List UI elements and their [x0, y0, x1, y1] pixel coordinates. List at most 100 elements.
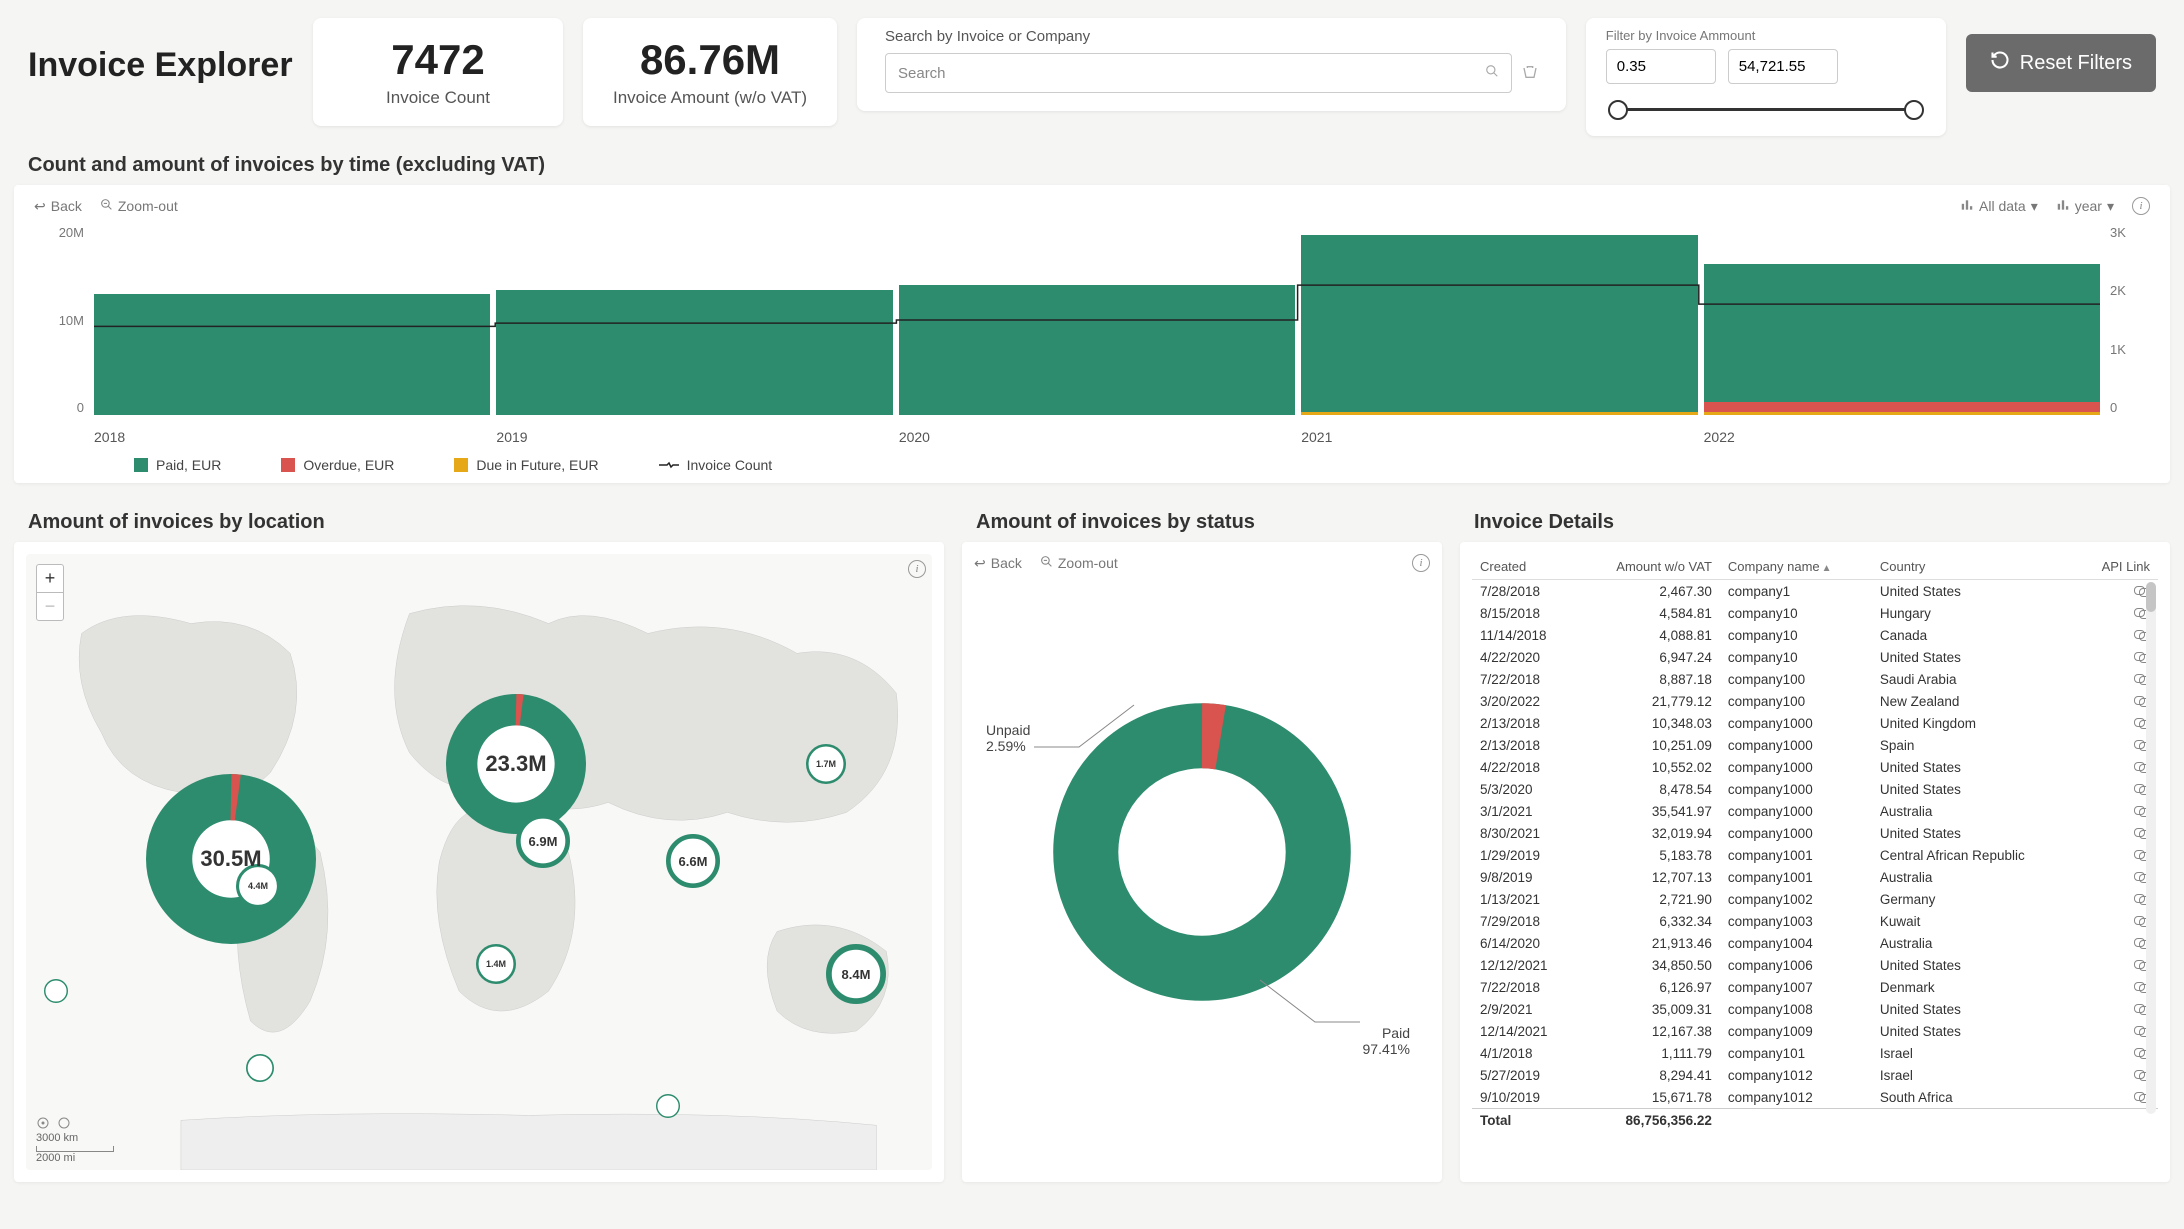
unpaid-label: Unpaid 2.59% [986, 722, 1030, 754]
col-country[interactable]: Country [1872, 554, 2076, 580]
info-icon[interactable]: i [908, 560, 926, 578]
table-row[interactable]: 2/9/202135,009.31company1008United State… [1472, 998, 2158, 1020]
col-created[interactable]: Created [1472, 554, 1578, 580]
map-bubble-south-atlantic[interactable] [656, 1094, 680, 1118]
table-row[interactable]: 5/27/20198,294.41company1012Israel [1472, 1064, 2158, 1086]
details-table-wrap[interactable]: Created Amount w/o VAT Company name▲ Cou… [1472, 554, 2158, 1144]
map-bubble-south-america-south[interactable] [246, 1054, 274, 1082]
status-title: Amount of invoices by status [962, 493, 1442, 542]
clear-icon[interactable] [1522, 64, 1538, 83]
legend-paid[interactable]: Paid, EUR [134, 457, 221, 473]
map-zoom-in[interactable]: + [37, 565, 63, 593]
time-bars [94, 225, 2100, 415]
map-bubble-south-asia[interactable]: 6.6M [666, 834, 720, 888]
table-row[interactable]: 4/1/20181,111.79company101Israel [1472, 1042, 2158, 1064]
time-bar-2021[interactable] [1301, 225, 1697, 415]
table-row[interactable]: 4/22/201810,552.02company1000United Stat… [1472, 756, 2158, 778]
map-bubble-africa[interactable]: 1.4M [476, 944, 516, 984]
search-label: Search by Invoice or Company [885, 28, 1538, 45]
map-bubble-north-america[interactable]: 30.5M [146, 774, 316, 944]
reset-icon [1990, 50, 2010, 76]
table-row[interactable]: 7/22/20188,887.18company100Saudi Arabia [1472, 668, 2158, 690]
total-value: 86,756,356.22 [1578, 1109, 1720, 1132]
legend-swatch-paid [134, 458, 148, 472]
time-yaxis-right: 3K 2K 1K 0 [2110, 225, 2150, 415]
col-amount[interactable]: Amount w/o VAT [1578, 554, 1720, 580]
kpi-invoice-count: 7472 Invoice Count [313, 18, 563, 126]
search-card: Search by Invoice or Company Search [857, 18, 1566, 111]
time-alldata-dropdown[interactable]: All data ▾ [1960, 198, 2038, 215]
table-header-row: Created Amount w/o VAT Company name▲ Cou… [1472, 554, 2158, 580]
table-row[interactable]: 2/13/201810,251.09company1000Spain [1472, 734, 2158, 756]
table-row[interactable]: 4/22/20206,947.24company10United States [1472, 646, 2158, 668]
time-bar-2022[interactable] [1704, 225, 2100, 415]
info-icon[interactable]: i [2132, 197, 2150, 215]
map-zoom-controls: + − [36, 564, 64, 621]
info-icon[interactable]: i [1412, 554, 1430, 572]
table-row[interactable]: 8/15/20184,584.81company10Hungary [1472, 602, 2158, 624]
table-row[interactable]: 9/8/201912,707.13company1001Australia [1472, 866, 2158, 888]
time-back-button[interactable]: ↩ Back [34, 198, 82, 215]
map-bubble-east-asia[interactable]: 1.7M [806, 744, 846, 784]
time-bar-2020[interactable] [899, 225, 1295, 415]
search-input[interactable]: Search [885, 53, 1512, 93]
map-area[interactable]: 30.5M23.3M6.9M6.6M1.7M8.4M4.4M1.4M [26, 554, 932, 1170]
col-api[interactable]: API Link [2076, 554, 2158, 580]
table-row[interactable]: 7/29/20186,332.34company1003Kuwait [1472, 910, 2158, 932]
table-row[interactable]: 2/13/201810,348.03company1000United King… [1472, 712, 2158, 734]
map-bubble-europe[interactable]: 23.3M [446, 694, 586, 834]
time-bar-2019[interactable] [496, 225, 892, 415]
scrollbar-thumb[interactable] [2146, 582, 2156, 612]
back-arrow-icon: ↩ [974, 555, 986, 572]
time-year-dropdown[interactable]: year ▾ [2056, 198, 2114, 215]
status-zoomout-button[interactable]: Zoom-out [1040, 555, 1118, 571]
map-bubble-pacific-small[interactable] [44, 979, 68, 1003]
map-bubble-australia[interactable]: 8.4M [826, 944, 886, 1004]
status-donut[interactable]: Unpaid 2.59% Paid 97.41% [974, 572, 1430, 1132]
legend-future[interactable]: Due in Future, EUR [454, 457, 598, 473]
reset-filters-button[interactable]: Reset Filters [1966, 34, 2156, 92]
filter-max-input[interactable] [1728, 49, 1838, 84]
range-track [1616, 108, 1916, 111]
kpi-amount-value: 86.76M [613, 36, 807, 84]
kpi-amount-label: Invoice Amount (w/o VAT) [613, 88, 807, 108]
table-row[interactable]: 7/22/20186,126.97company1007Denmark [1472, 976, 2158, 998]
table-row[interactable]: 3/20/202221,779.12company100New Zealand [1472, 690, 2158, 712]
table-row[interactable]: 1/29/20195,183.78company1001Central Afri… [1472, 844, 2158, 866]
table-row[interactable]: 12/12/202134,850.50company1006United Sta… [1472, 954, 2158, 976]
time-zoomout-button[interactable]: Zoom-out [100, 198, 178, 214]
range-thumb-max[interactable] [1904, 100, 1924, 120]
col-company[interactable]: Company name▲ [1720, 554, 1872, 580]
map-bubble-middle-east[interactable]: 6.9M [516, 814, 570, 868]
zoom-out-icon [1040, 555, 1053, 571]
legend-overdue[interactable]: Overdue, EUR [281, 457, 394, 473]
filter-range-slider[interactable] [1606, 98, 1926, 122]
time-chart-panel: ↩ Back Zoom-out All data ▾ [14, 185, 2170, 483]
table-row[interactable]: 9/10/201915,671.78company1012South Afric… [1472, 1086, 2158, 1109]
kpi-count-label: Invoice Count [343, 88, 533, 108]
time-chart-area[interactable]: 20M 10M 0 3K 2K 1K 0 2018201920202021202… [34, 225, 2150, 445]
back-arrow-icon: ↩ [34, 198, 46, 215]
kpi-count-value: 7472 [343, 36, 533, 84]
filter-min-input[interactable] [1606, 49, 1716, 84]
status-back-button[interactable]: ↩ Back [974, 555, 1022, 572]
table-row[interactable]: 7/28/20182,467.30company1United States [1472, 580, 2158, 603]
total-label: Total [1472, 1109, 1578, 1132]
chevron-down-icon: ▾ [2107, 198, 2114, 215]
details-table: Created Amount w/o VAT Company name▲ Cou… [1472, 554, 2158, 1131]
time-bar-2018[interactable] [94, 225, 490, 415]
map-zoom-out[interactable]: − [37, 593, 63, 620]
table-row[interactable]: 12/14/202112,167.38company1009United Sta… [1472, 1020, 2158, 1042]
table-row[interactable]: 8/30/202132,019.94company1000United Stat… [1472, 822, 2158, 844]
table-row[interactable]: 3/1/202135,541.97company1000Australia [1472, 800, 2158, 822]
filter-label: Filter by Invoice Ammount [1606, 28, 1926, 43]
location-title: Amount of invoices by location [14, 493, 944, 542]
table-row[interactable]: 11/14/20184,088.81company10Canada [1472, 624, 2158, 646]
legend-count[interactable]: Invoice Count [659, 457, 773, 473]
search-icon[interactable] [1485, 64, 1499, 82]
table-scrollbar[interactable] [2146, 582, 2156, 1114]
range-thumb-min[interactable] [1608, 100, 1628, 120]
table-row[interactable]: 5/3/20208,478.54company1000United States [1472, 778, 2158, 800]
table-row[interactable]: 1/13/20212,721.90company1002Germany [1472, 888, 2158, 910]
table-row[interactable]: 6/14/202021,913.46company1004Australia [1472, 932, 2158, 954]
